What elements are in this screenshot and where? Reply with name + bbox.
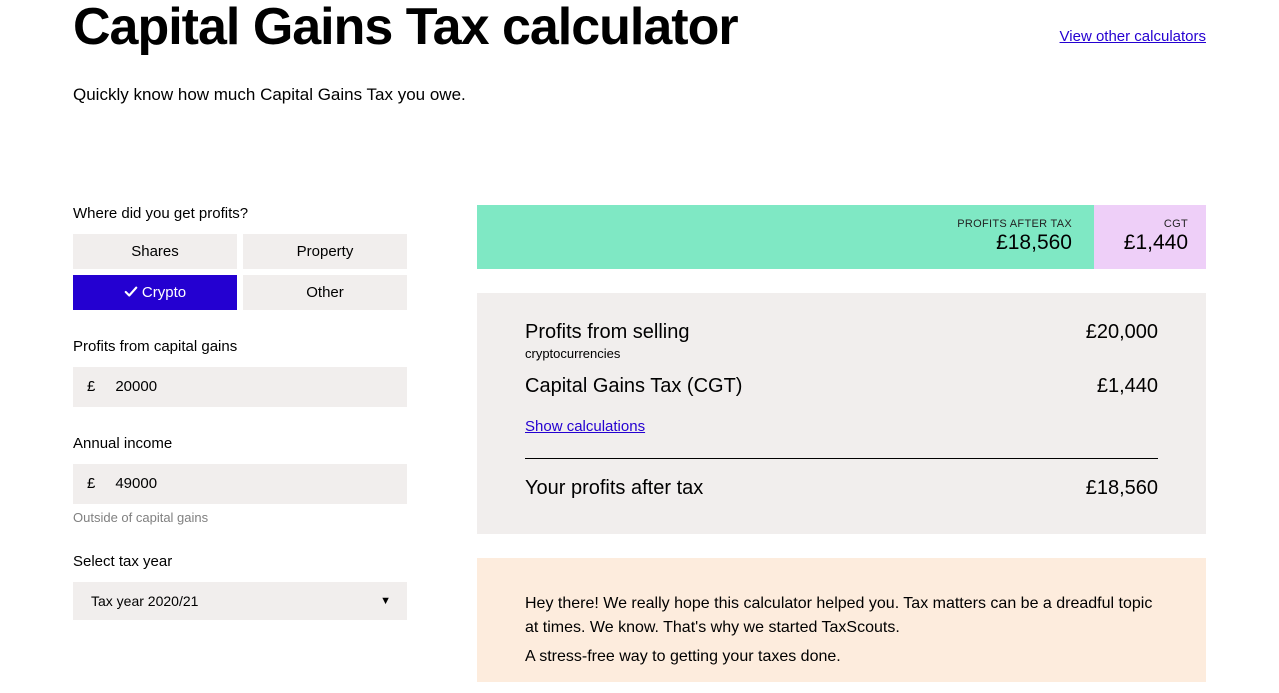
source-shares-button[interactable]: Shares bbox=[73, 234, 237, 269]
breakdown-after-tax-title: Your profits after tax bbox=[525, 477, 703, 500]
summary-bar: PROFITS AFTER TAX £18,560 CGT £1,440 bbox=[477, 205, 1206, 269]
breakdown-cgt-amount: £1,440 bbox=[1097, 375, 1158, 398]
page-title: Capital Gains Tax calculator bbox=[73, 0, 738, 55]
promo-text-2: A stress-free way to getting your taxes … bbox=[525, 645, 1158, 670]
source-crypto-label: Crypto bbox=[142, 284, 186, 301]
check-icon bbox=[124, 285, 138, 299]
income-input[interactable] bbox=[109, 464, 407, 504]
breakdown-profits-title: Profits from selling bbox=[525, 321, 690, 344]
promo-text-1: Hey there! We really hope this calculato… bbox=[525, 592, 1158, 642]
divider bbox=[525, 458, 1158, 459]
summary-cgt-label: CGT bbox=[1164, 218, 1188, 230]
source-other-button[interactable]: Other bbox=[243, 275, 407, 310]
source-property-button[interactable]: Property bbox=[243, 234, 407, 269]
summary-cgt-segment: CGT £1,440 bbox=[1094, 205, 1206, 269]
promo-card: Hey there! We really hope this calculato… bbox=[477, 558, 1206, 682]
breakdown-cgt-title: Capital Gains Tax (CGT) bbox=[525, 375, 742, 398]
summary-profits-label: PROFITS AFTER TAX bbox=[957, 218, 1072, 230]
summary-profits-value: £18,560 bbox=[996, 231, 1072, 255]
profits-source-label: Where did you get profits? bbox=[73, 205, 407, 222]
breakdown-profits-amount: £20,000 bbox=[1086, 321, 1158, 344]
summary-cgt-value: £1,440 bbox=[1124, 231, 1188, 255]
income-hint: Outside of capital gains bbox=[73, 510, 407, 525]
profits-source-toggle: Shares Property Crypto Other bbox=[73, 234, 407, 310]
profits-input-wrap: £ bbox=[73, 367, 407, 407]
page-subtitle: Quickly know how much Capital Gains Tax … bbox=[73, 85, 1206, 105]
breakdown-profits-sub: cryptocurrencies bbox=[525, 346, 690, 361]
summary-profits-segment: PROFITS AFTER TAX £18,560 bbox=[477, 205, 1094, 269]
profits-input[interactable] bbox=[109, 367, 407, 407]
profits-input-label: Profits from capital gains bbox=[73, 338, 407, 355]
income-input-wrap: £ bbox=[73, 464, 407, 504]
breakdown-card: Profits from selling cryptocurrencies £2… bbox=[477, 293, 1206, 534]
show-calculations-link[interactable]: Show calculations bbox=[525, 418, 645, 435]
tax-year-select-wrap: Tax year 2020/21 ▼ bbox=[73, 582, 407, 620]
results-panel: PROFITS AFTER TAX £18,560 CGT £1,440 Pro… bbox=[477, 205, 1206, 682]
currency-prefix: £ bbox=[73, 378, 109, 395]
tax-year-label: Select tax year bbox=[73, 553, 407, 570]
breakdown-after-tax-amount: £18,560 bbox=[1086, 477, 1158, 500]
currency-prefix: £ bbox=[73, 475, 109, 492]
tax-year-select[interactable]: Tax year 2020/21 bbox=[73, 582, 407, 620]
income-input-label: Annual income bbox=[73, 435, 407, 452]
form-panel: Where did you get profits? Shares Proper… bbox=[73, 205, 407, 648]
view-other-calculators-link[interactable]: View other calculators bbox=[1060, 28, 1206, 45]
source-crypto-button[interactable]: Crypto bbox=[73, 275, 237, 310]
